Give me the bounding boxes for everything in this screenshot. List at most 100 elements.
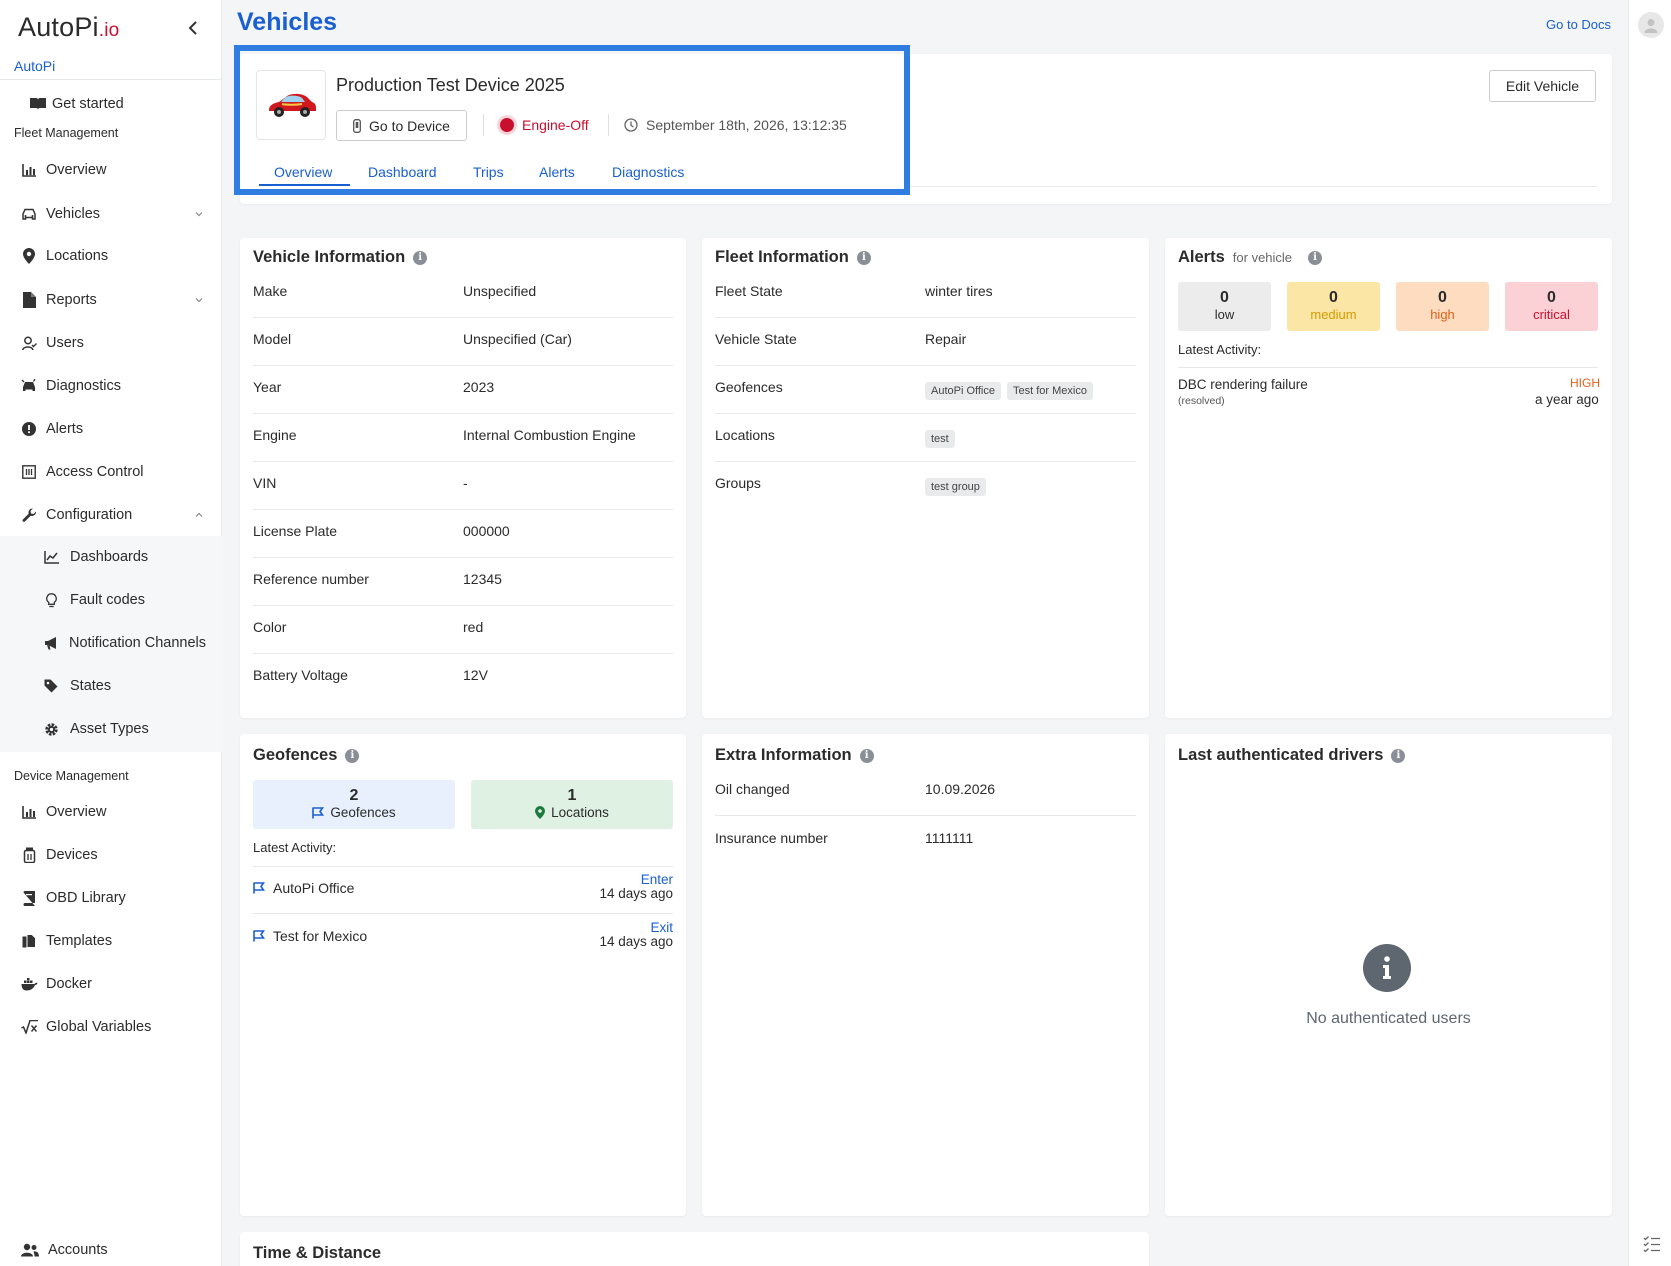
geofence-activity-row[interactable]: AutoPi Office Enter 14 days ago [253, 866, 673, 914]
alert-count-medium[interactable]: 0 medium [1287, 282, 1380, 331]
nav-configuration[interactable]: Configuration [0, 498, 222, 532]
nav-fault-codes[interactable]: Fault codes [0, 583, 222, 617]
info-icon[interactable]: i [1391, 748, 1406, 763]
nav-label: Devices [46, 847, 98, 863]
latest-activity-label: Latest Activity: [253, 840, 337, 855]
car-icon [20, 205, 38, 223]
lightbulb-icon [42, 591, 60, 609]
row-value: 12345 [463, 571, 502, 587]
nav-device-overview[interactable]: Overview [0, 795, 222, 829]
nav-label: Templates [46, 933, 113, 949]
geofence-tag[interactable]: Test for Mexico [1007, 382, 1093, 400]
info-icon[interactable]: i [413, 250, 428, 265]
geofence-event-age: 14 days ago [599, 886, 673, 901]
vehicle-information-title: Vehicle Information i [253, 248, 428, 267]
checklist-icon[interactable] [1643, 1236, 1661, 1252]
geofence-count-box[interactable]: 2 Geofences [253, 780, 455, 829]
tab-alerts[interactable]: Alerts [539, 164, 575, 180]
bar-chart-icon [20, 161, 38, 179]
row-value: 000000 [463, 523, 510, 539]
tab-diagnostics[interactable]: Diagnostics [612, 164, 684, 180]
nav-label: Configuration [46, 507, 133, 523]
report-file-icon [20, 291, 38, 309]
nav-label: Asset Types [70, 721, 149, 737]
row-value: - [463, 475, 468, 491]
nav-label: Global Variables [46, 1019, 152, 1035]
geofence-event[interactable]: Enter [641, 872, 673, 887]
collapse-sidebar-button[interactable] [183, 18, 203, 38]
alert-count: 0 [1547, 289, 1556, 306]
bar-chart-icon [20, 803, 38, 821]
tab-overview[interactable]: Overview [274, 164, 332, 180]
nav-get-started[interactable]: Get started [0, 87, 222, 121]
last-seen-timestamp: September 18th, 2026, 13:12:35 [624, 117, 847, 133]
group-tag[interactable]: test group [925, 478, 986, 496]
gear-icon [42, 720, 60, 738]
nav-label: Dashboards [70, 549, 149, 565]
row-value: 1111111 [925, 830, 974, 846]
row-value: test [925, 429, 961, 448]
nav-access-control[interactable]: Access Control [0, 455, 222, 489]
info-row-reference-number: Reference number 12345 [253, 558, 673, 606]
row-value: Internal Combustion Engine [463, 427, 636, 443]
info-icon[interactable]: i [345, 748, 360, 763]
location-tag[interactable]: test [925, 430, 955, 448]
nav-reports[interactable]: Reports [0, 283, 222, 317]
stat-label: Locations [551, 805, 609, 820]
row-label: Groups [715, 475, 761, 491]
info-row-year: Year 2023 [253, 366, 673, 414]
info-icon[interactable]: i [1308, 250, 1323, 265]
tab-trips[interactable]: Trips [473, 164, 504, 180]
alert-activity-status: (resolved) [1178, 395, 1225, 407]
go-to-device-button[interactable]: Go to Device [336, 110, 467, 141]
nav-vehicles[interactable]: Vehicles [0, 197, 222, 231]
tab-dashboard[interactable]: Dashboard [368, 164, 437, 180]
nav-locations[interactable]: Locations [0, 239, 222, 273]
go-to-docs-link[interactable]: Go to Docs [1546, 17, 1611, 32]
nav-fleet-overview[interactable]: Overview [0, 153, 222, 187]
nav-dashboards[interactable]: Dashboards [0, 540, 222, 574]
geofence-activity-row[interactable]: Test for Mexico Exit 14 days ago [253, 914, 673, 962]
button-label: Go to Device [369, 117, 450, 134]
alert-count-low[interactable]: 0 low [1178, 282, 1271, 331]
geofence-event[interactable]: Exit [650, 920, 673, 935]
organization-name[interactable]: AutoPi [14, 58, 55, 74]
fleet-row-vehicle-state: Vehicle State Repair [715, 318, 1136, 366]
nav-notification-channels[interactable]: Notification Channels [0, 626, 222, 660]
avatar[interactable] [1638, 12, 1664, 38]
nav-accounts[interactable]: Accounts [0, 1233, 222, 1266]
alert-count-critical[interactable]: 0 critical [1505, 282, 1598, 331]
nav-docker[interactable]: Docker [0, 967, 222, 1001]
row-label: Reference number [253, 571, 369, 587]
timestamp-text: September 18th, 2026, 13:12:35 [646, 117, 847, 133]
card-title-text: Fleet Information [715, 248, 849, 266]
nav-obd-library[interactable]: OBD Library [0, 881, 222, 915]
autopi-logo[interactable]: AutoPi.io [18, 12, 119, 43]
nav-label: Accounts [48, 1242, 108, 1258]
geofence-tag[interactable]: AutoPi Office [925, 382, 1001, 400]
nav-label: Fault codes [70, 592, 145, 608]
chevron-down-icon [195, 212, 203, 217]
users-group-icon [21, 1241, 39, 1259]
location-count-label: Locations [471, 805, 673, 820]
card-title-text: Alerts [1178, 248, 1225, 266]
info-icon[interactable]: i [856, 250, 871, 265]
location-count: 1 [567, 787, 577, 804]
info-icon[interactable]: i [859, 748, 874, 763]
device-icon [20, 846, 38, 864]
info-row-make: Make Unspecified [253, 270, 673, 318]
nav-templates[interactable]: Templates [0, 924, 222, 958]
location-count-box[interactable]: 1 Locations [471, 780, 673, 829]
nav-diagnostics[interactable]: Diagnostics [0, 369, 222, 403]
nav-users[interactable]: Users [0, 326, 222, 360]
nav-states[interactable]: States [0, 669, 222, 703]
book-icon [29, 95, 47, 113]
megaphone-icon [42, 634, 60, 652]
nav-global-variables[interactable]: Global Variables [0, 1010, 222, 1044]
edit-vehicle-button[interactable]: Edit Vehicle [1489, 70, 1596, 102]
logo-suffix: .io [98, 20, 120, 41]
nav-asset-types[interactable]: Asset Types [0, 712, 222, 746]
alert-count-high[interactable]: 0 high [1396, 282, 1489, 331]
nav-alerts[interactable]: Alerts [0, 412, 222, 446]
nav-devices[interactable]: Devices [0, 838, 222, 872]
